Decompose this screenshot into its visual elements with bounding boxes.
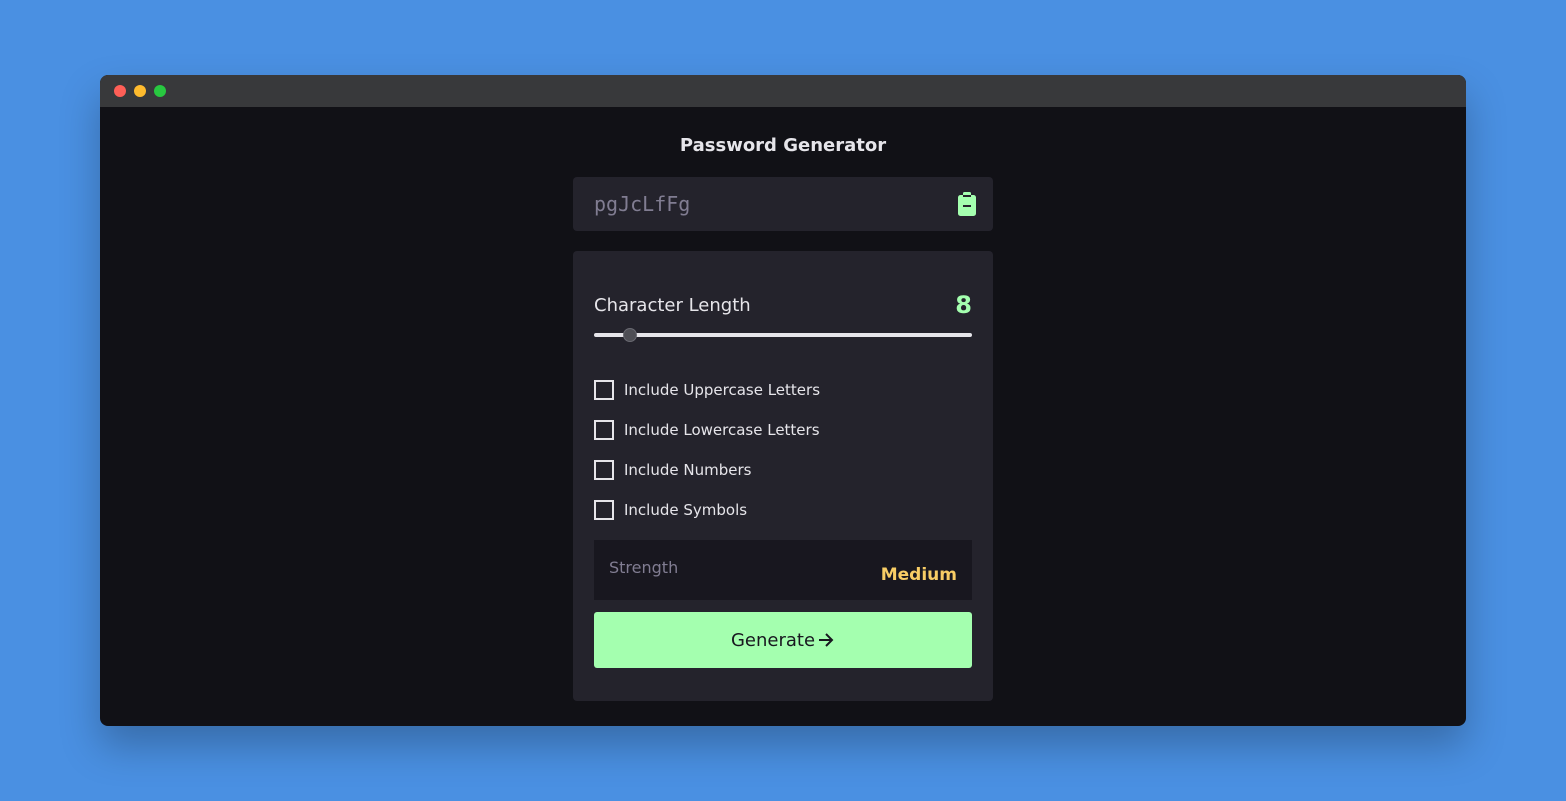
length-row: Character Length 8	[594, 291, 972, 319]
option-label: Include Uppercase Letters	[624, 381, 821, 399]
checkbox[interactable]	[594, 420, 614, 440]
close-window-button[interactable]	[114, 85, 126, 97]
generate-label: Generate	[730, 629, 816, 651]
password-text: pgJcLfFg	[594, 192, 691, 216]
options-panel: Character Length 8 Include Uppercase Let…	[573, 251, 993, 701]
page-title: Password Generator	[679, 135, 887, 156]
copy-button[interactable]	[958, 192, 976, 216]
strength-indicator: Strength Medium	[594, 540, 972, 600]
option-lowercase[interactable]: Include Lowercase Letters	[594, 410, 820, 450]
slider-thumb[interactable]	[622, 328, 637, 342]
minimize-window-button[interactable]	[134, 85, 146, 97]
options-list: Include Uppercase Letters Include Lowerc…	[594, 370, 820, 530]
arrow-right-icon	[817, 631, 835, 649]
checkbox[interactable]	[594, 380, 614, 400]
length-slider[interactable]	[594, 328, 972, 342]
option-numbers[interactable]: Include Numbers	[594, 450, 820, 490]
checkbox[interactable]	[594, 460, 614, 480]
length-value: 8	[955, 291, 972, 319]
strength-value: Medium	[880, 565, 957, 585]
option-symbols[interactable]: Include Symbols	[594, 490, 820, 530]
option-label: Include Symbols	[624, 501, 748, 519]
app-window: Password Generator pgJcLfFg Character Le…	[100, 75, 1466, 726]
window-titlebar	[100, 75, 1466, 107]
checkbox[interactable]	[594, 500, 614, 520]
strength-label: Strength	[609, 557, 679, 577]
password-output: pgJcLfFg	[573, 177, 993, 231]
generate-button[interactable]: Generate	[594, 612, 972, 668]
maximize-window-button[interactable]	[154, 85, 166, 97]
clipboard-icon	[958, 192, 976, 216]
option-label: Include Numbers	[624, 461, 752, 479]
option-uppercase[interactable]: Include Uppercase Letters	[594, 370, 820, 410]
slider-track[interactable]	[594, 333, 972, 337]
length-label: Character Length	[594, 294, 751, 316]
option-label: Include Lowercase Letters	[624, 421, 820, 439]
